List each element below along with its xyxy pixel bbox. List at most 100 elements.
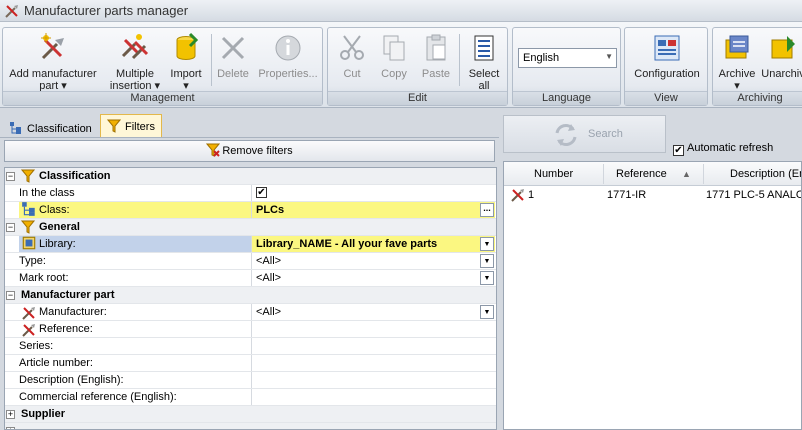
paste-label: Paste <box>421 68 451 80</box>
cell-number: 1 <box>528 189 535 201</box>
table-header: Number Reference ▲ Description (En <box>504 162 801 186</box>
category-supplier[interactable]: + Supplier <box>5 406 496 423</box>
column-header-number[interactable]: Number <box>534 168 573 180</box>
collapse-icon[interactable]: − <box>6 223 15 232</box>
properties-button[interactable]: Properties... <box>255 30 321 92</box>
tree-icon <box>22 202 35 216</box>
mark-root-select[interactable]: <All> ▼ <box>251 270 495 286</box>
chevron-down-icon[interactable]: ▼ <box>480 237 494 251</box>
table-row[interactable]: 1 1771-IR 1771 PLC-5 ANALOG <box>504 186 801 204</box>
type-select[interactable]: <All> ▼ <box>251 253 495 269</box>
automatic-refresh-checkbox[interactable]: ✔ <box>673 145 684 156</box>
column-separator[interactable] <box>703 164 704 184</box>
filter-row-description[interactable]: Description (English): <box>5 372 496 389</box>
category-general[interactable]: − General <box>5 219 496 236</box>
select-label-1: Select <box>468 68 500 80</box>
add-label-1: Add manufacturer <box>9 68 97 80</box>
search-button[interactable]: Search <box>503 115 666 153</box>
type-value-text: <All> <box>256 255 282 267</box>
cut-button[interactable]: Cut <box>334 30 370 92</box>
add-manufacturer-part-button[interactable]: Add manufacturer part ▾ <box>5 30 101 92</box>
delete-label: Delete <box>217 68 249 80</box>
reference-input[interactable] <box>251 321 495 337</box>
cell-description: 1771 PLC-5 ANALOG <box>706 189 801 201</box>
multiple-insertion-icon <box>121 34 149 60</box>
mark-root-value-text: <All> <box>256 272 282 284</box>
info-icon <box>275 35 301 61</box>
language-value: English <box>523 52 560 64</box>
library-select[interactable]: Library_NAME - All your fave parts ▼ <box>251 236 495 252</box>
remove-filters-button[interactable]: Remove filters <box>4 140 495 162</box>
filter-row-library[interactable]: Library: Library_NAME - All your fave pa… <box>5 236 496 253</box>
chevron-down-icon[interactable]: ▼ <box>480 305 494 319</box>
column-header-description[interactable]: Description (En <box>730 168 801 180</box>
delete-button[interactable]: Delete <box>215 30 251 92</box>
chevron-down-icon[interactable]: ▼ <box>480 254 494 268</box>
paste-button[interactable]: Paste <box>418 30 454 92</box>
filter-row-series[interactable]: Series: <box>5 338 496 355</box>
automatic-refresh-option[interactable]: ✔ Automatic refresh <box>673 142 774 156</box>
article-number-input[interactable] <box>251 355 495 371</box>
filter-row-article-number[interactable]: Article number: <box>5 355 496 372</box>
group-label-edit: Edit <box>328 91 507 105</box>
chevron-down-icon[interactable]: ▼ <box>480 271 494 285</box>
class-value-text: PLCs <box>256 204 285 216</box>
results-pane: Search ✔ Automatic refresh Number Referen… <box>500 109 802 430</box>
tools-icon <box>22 324 35 337</box>
browse-button[interactable]: ... <box>480 203 494 217</box>
filter-row-type[interactable]: Type: <All> ▼ <box>5 253 496 270</box>
filter-row-in-the-class: In the class ✔ <box>5 185 496 202</box>
filter-row-manufacturer[interactable]: Manufacturer: <All> ▼ <box>5 304 496 321</box>
remove-filters-label: Remove filters <box>222 145 293 157</box>
multiple-insertion-button[interactable]: Multiple insertion ▾ <box>107 30 163 92</box>
title-bar: Manufacturer parts manager <box>0 0 802 22</box>
category-partial[interactable]: + <box>5 423 496 429</box>
configuration-icon <box>654 35 680 61</box>
commercial-reference-input[interactable] <box>251 389 495 405</box>
description-input[interactable] <box>251 372 495 388</box>
in-the-class-checkbox[interactable]: ✔ <box>256 187 267 198</box>
filter-row-commercial-reference[interactable]: Commercial reference (English): <box>5 389 496 406</box>
column-header-reference[interactable]: Reference <box>616 168 667 180</box>
filters-grid: − Classification In the class ✔ Class: P… <box>4 167 497 430</box>
category-label: General <box>39 221 80 233</box>
select-all-button[interactable]: Select all <box>464 30 504 92</box>
automatic-refresh-label: Automatic refresh <box>687 142 774 154</box>
filter-row-reference[interactable]: Reference: <box>5 321 496 338</box>
copy-icon <box>383 35 405 61</box>
import-button[interactable]: Import ▾ <box>166 30 206 92</box>
tab-classification-label: Classification <box>27 123 92 135</box>
series-input[interactable] <box>251 338 495 354</box>
filter-label: In the class <box>19 187 75 199</box>
filter-label: Mark root: <box>19 272 69 284</box>
class-value[interactable]: PLCs ... <box>251 202 495 218</box>
manufacturer-label-text: Manufacturer: <box>39 306 107 318</box>
category-manufacturer-part[interactable]: − Manufacturer part <box>5 287 496 304</box>
collapse-icon[interactable]: − <box>6 172 15 181</box>
reference-label-text: Reference: <box>39 323 93 335</box>
archive-button[interactable]: Archive ▾ <box>716 30 758 92</box>
filter-row-mark-root[interactable]: Mark root: <All> ▼ <box>5 270 496 287</box>
filter-label: Description (English): <box>19 374 124 386</box>
copy-button[interactable]: Copy <box>376 30 412 92</box>
filter-label: Class: <box>19 202 251 218</box>
language-select[interactable]: English ▼ <box>518 48 617 68</box>
separator <box>459 34 460 86</box>
tab-filters[interactable]: Filters <box>100 114 162 138</box>
expand-icon[interactable]: + <box>6 410 15 419</box>
funnel-icon <box>107 119 121 133</box>
category-classification[interactable]: − Classification <box>5 168 496 185</box>
funnel-icon <box>21 169 35 183</box>
manufacturer-select[interactable]: <All> ▼ <box>251 304 495 320</box>
column-separator[interactable] <box>603 164 604 184</box>
group-view: Configuration View <box>624 27 708 106</box>
filter-value: ✔ <box>251 185 495 201</box>
filter-row-class[interactable]: Class: PLCs ... <box>5 202 496 219</box>
unarchive-button[interactable]: Unarchiv <box>759 30 802 92</box>
collapse-icon[interactable]: − <box>6 291 15 300</box>
tab-strip: Classification Filters <box>0 114 499 138</box>
group-label-archiving: Archiving <box>713 91 802 105</box>
configuration-button[interactable]: Configuration <box>628 30 706 92</box>
database-import-icon <box>176 32 199 60</box>
tab-classification[interactable]: Classification <box>2 116 99 138</box>
